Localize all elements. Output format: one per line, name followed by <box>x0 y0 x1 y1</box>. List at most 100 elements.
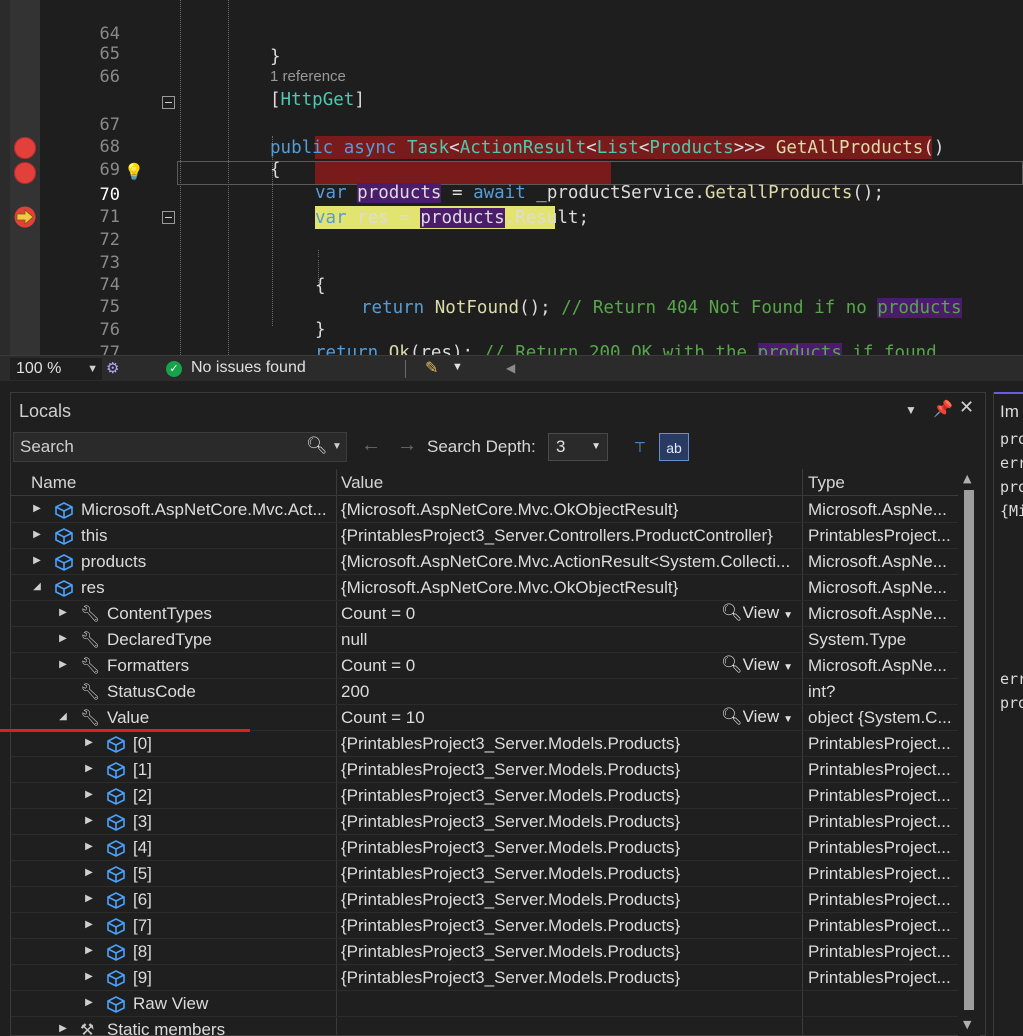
locals-row[interactable]: ▶ [8] {PrintablesProject3_Server.Models.Pr… <box>11 939 971 965</box>
scrollbar-thumb[interactable] <box>964 490 974 1010</box>
collapse-arrow-icon[interactable]: ◢ <box>31 581 43 592</box>
zoom-dropdown[interactable]: 100 % ▼ <box>10 358 102 380</box>
chevron-down-icon: ▼ <box>783 610 794 621</box>
locals-row[interactable]: ▶ [5] {PrintablesProject3_Server.Models.Pr… <box>11 861 971 887</box>
view-as-text-icon[interactable]: ab <box>659 433 689 461</box>
expand-arrow-icon[interactable]: ▶ <box>83 997 95 1008</box>
expand-arrow-icon[interactable]: ▶ <box>83 945 95 956</box>
view-visualizer-button[interactable]: 🔍︎View ▼ <box>721 603 793 623</box>
locals-row[interactable]: ▶ 🔧︎ DeclaredType null System.Type <box>11 627 971 653</box>
local-value[interactable]: {PrintablesProject3_Server.Models.Produc… <box>341 968 801 988</box>
search-icon[interactable]: 🔍︎ <box>306 436 328 456</box>
locals-row[interactable]: ▶ [7] {PrintablesProject3_Server.Models.Pr… <box>11 913 971 939</box>
search-next-icon[interactable]: → <box>397 434 417 457</box>
locals-row[interactable]: ▶ [3] {PrintablesProject3_Server.Models.Pr… <box>11 809 971 835</box>
code-cleanup-icon[interactable]: ✎ <box>425 358 438 378</box>
local-value[interactable]: 200 <box>341 682 801 702</box>
locals-row[interactable]: ▶ Raw View <box>11 991 971 1017</box>
issues-status[interactable]: No issues found <box>191 359 306 377</box>
code-line: 69 var products = await _productService.… <box>0 136 1023 203</box>
expand-arrow-icon[interactable]: ▶ <box>83 919 95 930</box>
expand-arrow-icon[interactable]: ▶ <box>83 815 95 826</box>
locals-row[interactable]: ▶ [2] {PrintablesProject3_Server.Models.Pr… <box>11 783 971 809</box>
expand-arrow-icon[interactable]: ▶ <box>57 607 69 618</box>
immediate-window[interactable]: Im pro err pro {Mi err pro <box>993 392 1023 1036</box>
object-icon <box>105 994 127 1014</box>
locals-toolbar: 🔍︎ ▼ ← → Search Depth: 3 ▼ ⊤ ab <box>11 429 987 465</box>
expand-arrow-icon[interactable]: ▶ <box>83 971 95 982</box>
code-line: 72 if (products == null) <box>0 206 1023 273</box>
search-previous-icon[interactable]: ← <box>361 434 381 457</box>
local-value[interactable]: {PrintablesProject3_Server.Models.Produc… <box>341 734 801 754</box>
search-depth-label: Search Depth: <box>427 437 536 456</box>
expand-arrow-icon[interactable]: ▶ <box>83 737 95 748</box>
locals-row[interactable]: ◢ res {Microsoft.AspNetCore.Mvc.OkObjectRe… <box>11 575 971 601</box>
local-value[interactable]: {PrintablesProject3_Server.Models.Produc… <box>341 760 801 780</box>
locals-row[interactable]: 🔧︎ StatusCode 200 int? <box>11 679 971 705</box>
column-header-type[interactable]: Type <box>808 473 845 493</box>
object-icon <box>53 526 75 546</box>
expand-arrow-icon[interactable]: ▶ <box>83 867 95 878</box>
view-visualizer-button[interactable]: 🔍︎View ▼ <box>721 655 793 675</box>
expand-arrow-icon[interactable]: ▶ <box>57 633 69 644</box>
locals-row[interactable]: ▶ [0] {PrintablesProject3_Server.Models.Pr… <box>11 731 971 757</box>
local-value[interactable]: {PrintablesProject3_Server.Models.Produc… <box>341 838 801 858</box>
vertical-scrollbar[interactable]: ▲ ▼ <box>958 470 980 1036</box>
tab-immediate[interactable]: Im <box>994 392 1023 428</box>
chevron-down-icon[interactable]: ▼ <box>332 441 342 452</box>
close-icon[interactable]: ✕ <box>959 397 974 418</box>
collapse-arrow-icon[interactable]: ◢ <box>57 711 69 722</box>
local-value[interactable]: {Microsoft.AspNetCore.Mvc.OkObjectResult… <box>341 500 801 520</box>
local-value[interactable]: null <box>341 630 801 650</box>
pin-icon[interactable]: 📌 <box>933 399 953 419</box>
expand-arrow-icon[interactable]: ▶ <box>31 503 43 514</box>
chevron-down-icon[interactable]: ▼ <box>452 361 463 373</box>
local-value[interactable]: {PrintablesProject3_Server.Models.Produc… <box>341 786 801 806</box>
column-header-name[interactable]: Name <box>31 473 76 493</box>
expand-arrow-icon[interactable]: ▶ <box>83 893 95 904</box>
locals-row[interactable]: ◢ 🔧︎ Value Count = 10 🔍︎View ▼ object {System.… <box>11 705 971 731</box>
search-input[interactable] <box>14 433 304 461</box>
locals-row[interactable]: ▶ [9] {PrintablesProject3_Server.Models.Pr… <box>11 965 971 991</box>
local-type: Microsoft.AspNe... <box>808 656 947 675</box>
expand-arrow-icon[interactable]: ▶ <box>57 659 69 670</box>
column-header-value[interactable]: Value <box>341 473 383 493</box>
code-line: 73 { <box>0 229 1023 296</box>
view-label: View <box>742 655 780 674</box>
locals-row[interactable]: ▶ [1] {PrintablesProject3_Server.Models.Pr… <box>11 757 971 783</box>
locals-row[interactable]: ▶ products {Microsoft.AspNetCore.Mvc.Actio… <box>11 549 971 575</box>
local-value[interactable]: {PrintablesProject3_Server.Models.Produc… <box>341 942 801 962</box>
local-type: PrintablesProject... <box>808 734 951 753</box>
scroll-down-icon[interactable]: ▼ <box>963 1018 971 1031</box>
expand-arrow-icon[interactable]: ▶ <box>83 789 95 800</box>
locals-row[interactable]: ▶ this {PrintablesProject3_Server.Controll… <box>11 523 971 549</box>
codelens-references[interactable]: 1 reference <box>270 68 346 85</box>
expand-arrow-icon[interactable]: ▶ <box>31 555 43 566</box>
local-value[interactable]: {PrintablesProject3_Server.Models.Produc… <box>341 916 801 936</box>
locals-row[interactable]: ▶ 🔧︎ Formatters Count = 0 🔍︎View ▼ Microsoft.A… <box>11 653 971 679</box>
expand-arrow-icon[interactable]: ▶ <box>31 529 43 540</box>
locals-row[interactable]: ▶ 🔧︎ ContentTypes Count = 0 🔍︎View ▼ Microsoft… <box>11 601 971 627</box>
scroll-left-icon[interactable]: ◀ <box>506 361 515 375</box>
local-value[interactable]: {Microsoft.AspNetCore.Mvc.ActionResult<S… <box>341 552 801 572</box>
expand-arrow-icon[interactable]: ▶ <box>83 841 95 852</box>
immediate-line: err <box>1000 454 1023 472</box>
window-menu-icon[interactable]: ▼ <box>905 403 917 417</box>
code-editor[interactable]: 💡 64 } 65 66 [HttpGet] 1 reference 67 pu… <box>0 0 1023 355</box>
locals-row[interactable]: ▶ [4] {PrintablesProject3_Server.Models.Pr… <box>11 835 971 861</box>
expand-arrow-icon[interactable]: ▶ <box>57 1023 69 1034</box>
local-value[interactable]: {PrintablesProject3_Server.Models.Produc… <box>341 890 801 910</box>
scroll-up-icon[interactable]: ▲ <box>963 472 971 485</box>
local-value[interactable]: {PrintablesProject3_Server.Controllers.P… <box>341 526 801 546</box>
view-visualizer-button[interactable]: 🔍︎View ▼ <box>721 707 793 727</box>
locals-row[interactable]: ▶ Microsoft.AspNetCore.Mvc.Act... {Microso… <box>11 497 971 523</box>
expand-arrow-icon[interactable]: ▶ <box>83 763 95 774</box>
local-value[interactable]: {PrintablesProject3_Server.Models.Produc… <box>341 864 801 884</box>
copilot-icon[interactable]: ⚙ <box>106 359 126 379</box>
search-depth-dropdown[interactable]: 3 ▼ <box>548 433 608 461</box>
pin-to-source-icon[interactable]: ⊤ <box>625 433 655 461</box>
local-value[interactable]: {Microsoft.AspNetCore.Mvc.OkObjectResult… <box>341 578 801 598</box>
local-value[interactable]: {PrintablesProject3_Server.Models.Produc… <box>341 812 801 832</box>
locals-row[interactable]: ▶ [6] {PrintablesProject3_Server.Models.Pr… <box>11 887 971 913</box>
locals-row[interactable]: ▶ ⚒ Static members <box>11 1017 971 1036</box>
